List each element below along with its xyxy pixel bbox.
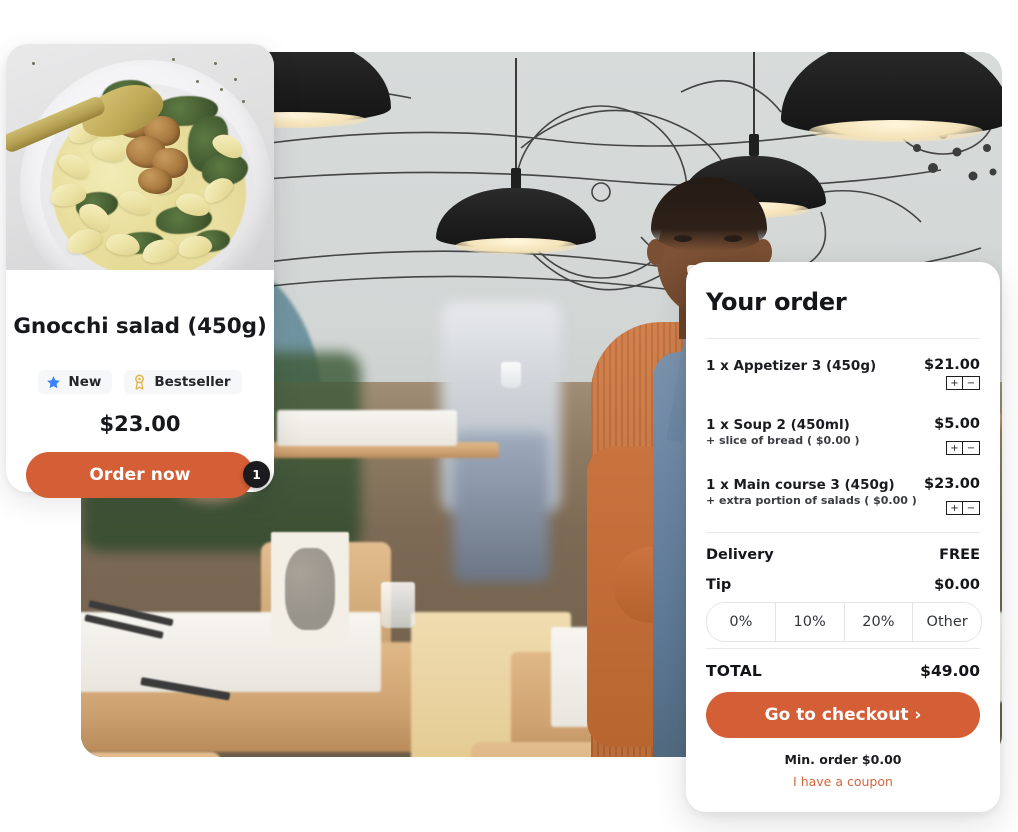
- badge-new[interactable]: New: [38, 370, 113, 394]
- order-item-name: 1 x Soup 2 (450ml): [706, 417, 850, 433]
- dish-title: Gnocchi salad (450g): [13, 314, 267, 339]
- water-glass-far-left: [501, 362, 521, 388]
- star-icon: [46, 375, 61, 390]
- menu-card: [271, 532, 349, 647]
- water-glass-front-left: [381, 582, 415, 628]
- increase-quantity-button[interactable]: +: [946, 441, 963, 455]
- dish-badges: New Bestseller: [6, 370, 274, 394]
- increase-quantity-button[interactable]: +: [946, 501, 963, 515]
- quantity-badge: 1: [243, 461, 270, 488]
- tip-value: $0.00: [934, 577, 980, 593]
- delivery-label: Delivery: [706, 547, 774, 563]
- order-item-option: + slice of bread ( $0.00 ): [706, 434, 860, 447]
- medal-icon: [132, 374, 147, 390]
- dish-price: $23.00: [99, 412, 181, 436]
- dish-card[interactable]: Gnocchi salad (450g) New Bestseller $23.…: [6, 44, 274, 498]
- dish-card-body: Gnocchi salad (450g) New Bestseller $23.…: [6, 270, 274, 498]
- coupon-link[interactable]: I have a coupon: [686, 774, 1000, 789]
- tip-option-0[interactable]: 0%: [707, 603, 776, 641]
- dish-photo: [6, 44, 274, 270]
- tip-option-20[interactable]: 20%: [844, 603, 914, 641]
- tip-selector[interactable]: 0% 10% 20% Other: [706, 602, 982, 642]
- tip-label: Tip: [706, 577, 732, 593]
- min-order-text: Min. order $0.00: [784, 752, 902, 767]
- decrease-quantity-button[interactable]: −: [963, 441, 980, 455]
- order-item-price: $23.00: [924, 476, 980, 492]
- decrease-quantity-button[interactable]: −: [963, 376, 980, 390]
- order-now-button[interactable]: Order now: [26, 452, 254, 498]
- order-item-stepper: + −: [946, 376, 980, 390]
- pendant-lamp-center: [436, 58, 596, 254]
- order-panel-title: Your order: [706, 288, 847, 316]
- tip-option-10[interactable]: 10%: [775, 603, 845, 641]
- divider: [706, 338, 980, 339]
- go-to-checkout-button[interactable]: Go to checkout ›: [706, 692, 980, 738]
- badge-bestseller-label: Bestseller: [154, 374, 231, 390]
- badge-new-label: New: [68, 374, 102, 390]
- decrease-quantity-button[interactable]: −: [963, 501, 980, 515]
- delivery-value: FREE: [939, 547, 980, 563]
- order-item-name: 1 x Main course 3 (450g): [706, 477, 895, 493]
- pendant-lamp-far-right: [781, 52, 1002, 142]
- increase-quantity-button[interactable]: +: [946, 376, 963, 390]
- divider: [706, 532, 980, 533]
- order-item-option: + extra portion of salads ( $0.00 ): [706, 494, 917, 507]
- tip-option-other[interactable]: Other: [913, 603, 981, 641]
- divider: [706, 648, 980, 649]
- person-hair: [651, 177, 767, 251]
- tablecloth-far-left: [277, 410, 457, 446]
- order-summary-panel: Your order 1 x Appetizer 3 (450g) $21.00…: [686, 262, 1000, 812]
- walnut: [138, 168, 172, 194]
- order-item-price: $21.00: [924, 357, 980, 373]
- page-root: Gnocchi salad (450g) New Bestseller $23.…: [0, 0, 1018, 832]
- total-label: TOTAL: [706, 662, 762, 680]
- badge-bestseller[interactable]: Bestseller: [124, 370, 242, 394]
- order-item-stepper: + −: [946, 501, 980, 515]
- order-item-stepper: + −: [946, 441, 980, 455]
- chair-front-left: [81, 752, 221, 757]
- order-item-name: 1 x Appetizer 3 (450g): [706, 358, 877, 374]
- order-item-price: $5.00: [934, 416, 980, 432]
- total-value: $49.00: [920, 662, 980, 680]
